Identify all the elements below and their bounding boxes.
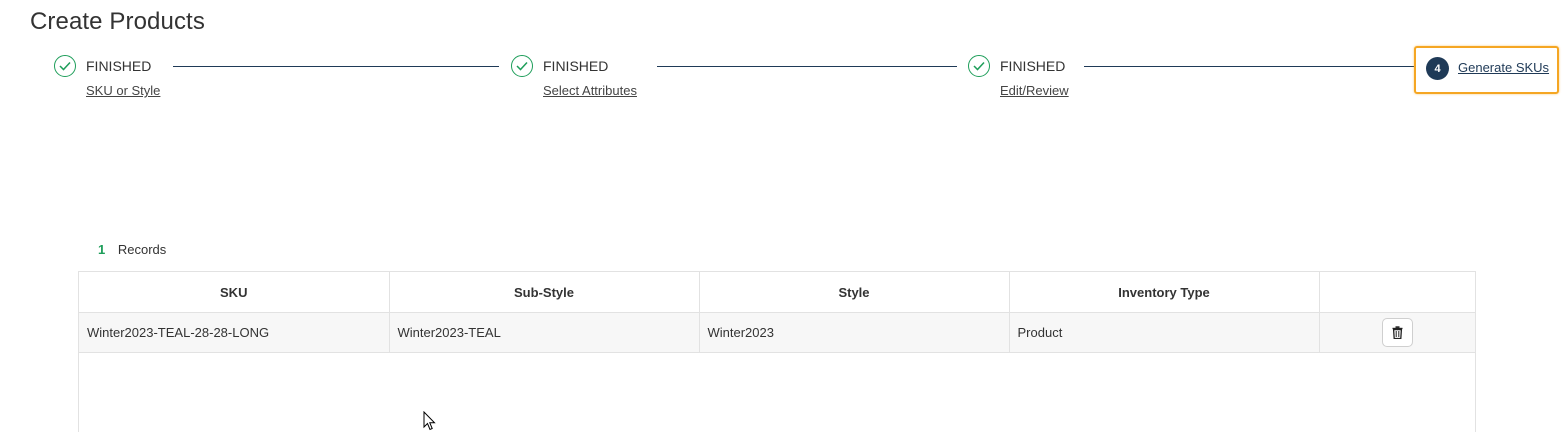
mouse-cursor-icon [423,411,436,431]
column-header-sub-style[interactable]: Sub-Style [389,272,700,313]
step-connector [657,66,957,67]
records-count: 1 [98,242,106,257]
column-header-inventory-type[interactable]: Inventory Type [1009,272,1320,313]
step-number-badge: 4 [1426,57,1449,80]
step-connector [173,66,499,67]
page: Create Products FINISHED SKU or Style FI… [0,0,1566,432]
check-icon [968,55,990,77]
cell-sub-style: Winter2023-TEAL [389,312,700,353]
step-connector [1084,66,1416,67]
table-row[interactable]: Winter2023-TEAL-28-28-LONG Winter2023-TE… [79,312,1475,353]
step-generate-skus[interactable]: 4 Generate SKUs [1414,46,1559,94]
records-label: Records [117,242,167,257]
column-header-style[interactable]: Style [699,272,1010,313]
cell-inventory-type: Product [1009,312,1320,353]
trash-icon [1392,326,1403,339]
cell-actions [1319,312,1475,353]
step-status: FINISHED [543,58,609,74]
page-title: Create Products [30,8,205,35]
step-link-sku-or-style[interactable]: SKU or Style [86,83,160,98]
sku-table: SKU Sub-Style Style Inventory Type Winte… [78,271,1476,432]
column-header-sku[interactable]: SKU [79,272,390,313]
delete-button[interactable] [1381,318,1413,347]
column-header-actions [1319,272,1475,313]
step-status: FINISHED [86,58,152,74]
check-icon [54,55,76,77]
step-link-select-attributes[interactable]: Select Attributes [543,83,637,98]
cell-style: Winter2023 [699,312,1010,353]
records-summary: 1 Records [98,242,166,257]
step-link-generate-skus[interactable]: Generate SKUs [1458,60,1549,75]
step-status: FINISHED [1000,58,1066,74]
step-link-edit-review[interactable]: Edit/Review [1000,83,1069,98]
table-header-row: SKU Sub-Style Style Inventory Type [79,272,1475,313]
cell-sku: Winter2023-TEAL-28-28-LONG [79,312,390,353]
check-icon [511,55,533,77]
